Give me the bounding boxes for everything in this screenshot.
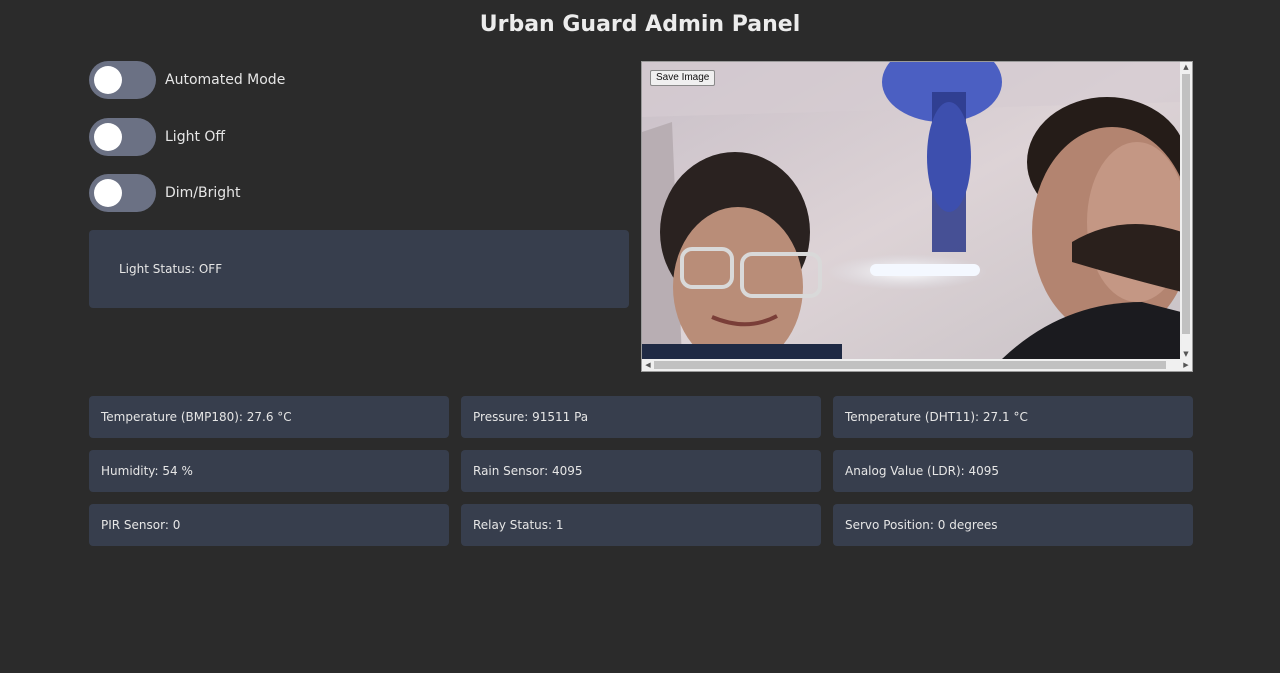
sensor-value: PIR Sensor: 0: [101, 518, 181, 532]
scroll-left-icon[interactable]: ◀: [642, 360, 654, 370]
horizontal-scrollbar[interactable]: ◀ ▶: [642, 359, 1192, 371]
automated-mode-switch[interactable]: [89, 61, 156, 99]
sensor-value: Temperature (DHT11): 27.1 °C: [845, 410, 1028, 424]
automated-mode-label: Automated Mode: [165, 72, 286, 88]
sensor-value: Relay Status: 1: [473, 518, 564, 532]
horizontal-scroll-thumb[interactable]: [654, 361, 1166, 369]
dim-bright-label: Dim/Bright: [165, 185, 241, 201]
switch-knob: [94, 179, 122, 207]
light-label: Light Off: [165, 129, 226, 145]
dim-bright-switch[interactable]: [89, 174, 156, 212]
scroll-down-icon[interactable]: ▼: [1180, 349, 1192, 359]
sensor-card-pir: PIR Sensor: 0: [89, 504, 449, 546]
sensor-value: Servo Position: 0 degrees: [845, 518, 998, 532]
scroll-right-icon[interactable]: ▶: [1180, 360, 1192, 370]
sensor-card-dht11-temperature: Temperature (DHT11): 27.1 °C: [833, 396, 1193, 438]
sensor-card-servo: Servo Position: 0 degrees: [833, 504, 1193, 546]
switch-knob: [94, 123, 122, 151]
sensor-value: Analog Value (LDR): 4095: [845, 464, 1000, 478]
switch-knob: [94, 66, 122, 94]
sensor-card-rain: Rain Sensor: 4095: [461, 450, 821, 492]
save-image-button[interactable]: Save Image: [650, 70, 716, 86]
light-status-panel: Light Status: OFF: [89, 230, 629, 308]
camera-feed-image: [642, 62, 1181, 359]
light-status-text: Light Status: OFF: [119, 262, 223, 276]
vertical-scrollbar[interactable]: ▲ ▼: [1180, 62, 1192, 359]
sensor-card-ldr: Analog Value (LDR): 4095: [833, 450, 1193, 492]
sensor-value: Pressure: 91511 Pa: [473, 410, 589, 424]
automated-mode-toggle-row: Automated Mode: [89, 61, 285, 99]
sensor-card-bmp180-temperature: Temperature (BMP180): 27.6 °C: [89, 396, 449, 438]
sensor-card-pressure: Pressure: 91511 Pa: [461, 396, 821, 438]
light-switch[interactable]: [89, 118, 156, 156]
sensor-card-relay: Relay Status: 1: [461, 504, 821, 546]
camera-frame[interactable]: ▲ ▼ ◀ ▶ Save Image: [641, 61, 1193, 372]
sensor-value: Rain Sensor: 4095: [473, 464, 583, 478]
sensor-card-humidity: Humidity: 54 %: [89, 450, 449, 492]
vertical-scroll-thumb[interactable]: [1182, 74, 1190, 334]
scroll-up-icon[interactable]: ▲: [1180, 62, 1192, 72]
page-title: Urban Guard Admin Panel: [479, 12, 801, 37]
sensor-value: Temperature (BMP180): 27.6 °C: [101, 410, 292, 424]
light-toggle-row: Light Off: [89, 118, 225, 156]
sensor-value: Humidity: 54 %: [101, 464, 193, 478]
dim-bright-toggle-row: Dim/Bright: [89, 174, 241, 212]
